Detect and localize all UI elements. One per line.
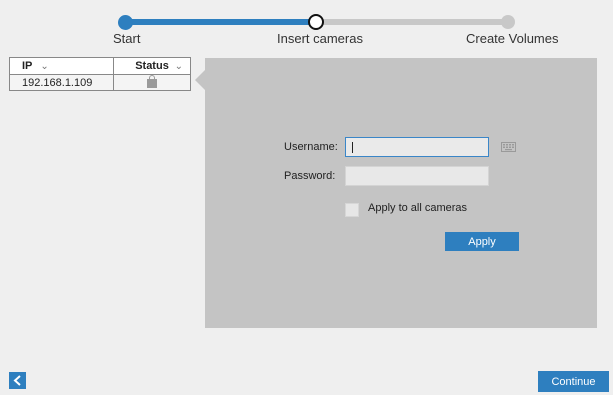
step-create-volumes-dot [501, 15, 515, 29]
back-button[interactable] [9, 372, 26, 389]
step-create-volumes-label: Create Volumes [466, 31, 559, 46]
camera-status-cell [114, 75, 190, 90]
column-header-status-label: Status [135, 60, 169, 72]
stepper-line-remaining [315, 19, 508, 25]
panel-pointer [195, 70, 205, 90]
camera-table-header: IP ⌄ Status ⌄ [10, 58, 190, 75]
apply-all-checkbox[interactable] [345, 203, 359, 217]
credentials-panel [205, 58, 597, 328]
apply-button[interactable]: Apply [445, 232, 519, 251]
chevron-down-icon[interactable]: ⌄ [40, 61, 48, 72]
text-cursor [352, 142, 353, 153]
username-label: Username: [284, 141, 338, 153]
continue-button[interactable]: Continue [538, 371, 609, 392]
column-header-ip[interactable]: IP ⌄ [10, 58, 114, 74]
step-start-label: Start [113, 31, 141, 46]
lock-icon [147, 75, 157, 88]
step-insert-cameras-dot [308, 14, 324, 30]
step-start-dot [118, 15, 133, 30]
password-label: Password: [284, 170, 336, 182]
column-header-ip-label: IP [22, 60, 33, 72]
column-header-status[interactable]: Status ⌄ [114, 58, 190, 74]
stepper-line-completed [125, 19, 315, 25]
keyboard-icon[interactable] [501, 142, 516, 152]
camera-ip-cell: 192.168.1.109 [10, 75, 114, 90]
chevron-left-icon [13, 375, 21, 386]
chevron-down-icon[interactable]: ⌄ [175, 61, 183, 72]
camera-table: IP ⌄ Status ⌄ 192.168.1.109 [9, 57, 191, 91]
username-field[interactable] [345, 137, 489, 157]
apply-all-label[interactable]: Apply to all cameras [368, 202, 467, 214]
password-field[interactable] [345, 166, 489, 186]
step-insert-cameras-label: Insert cameras [277, 31, 363, 46]
table-row[interactable]: 192.168.1.109 [10, 75, 190, 90]
